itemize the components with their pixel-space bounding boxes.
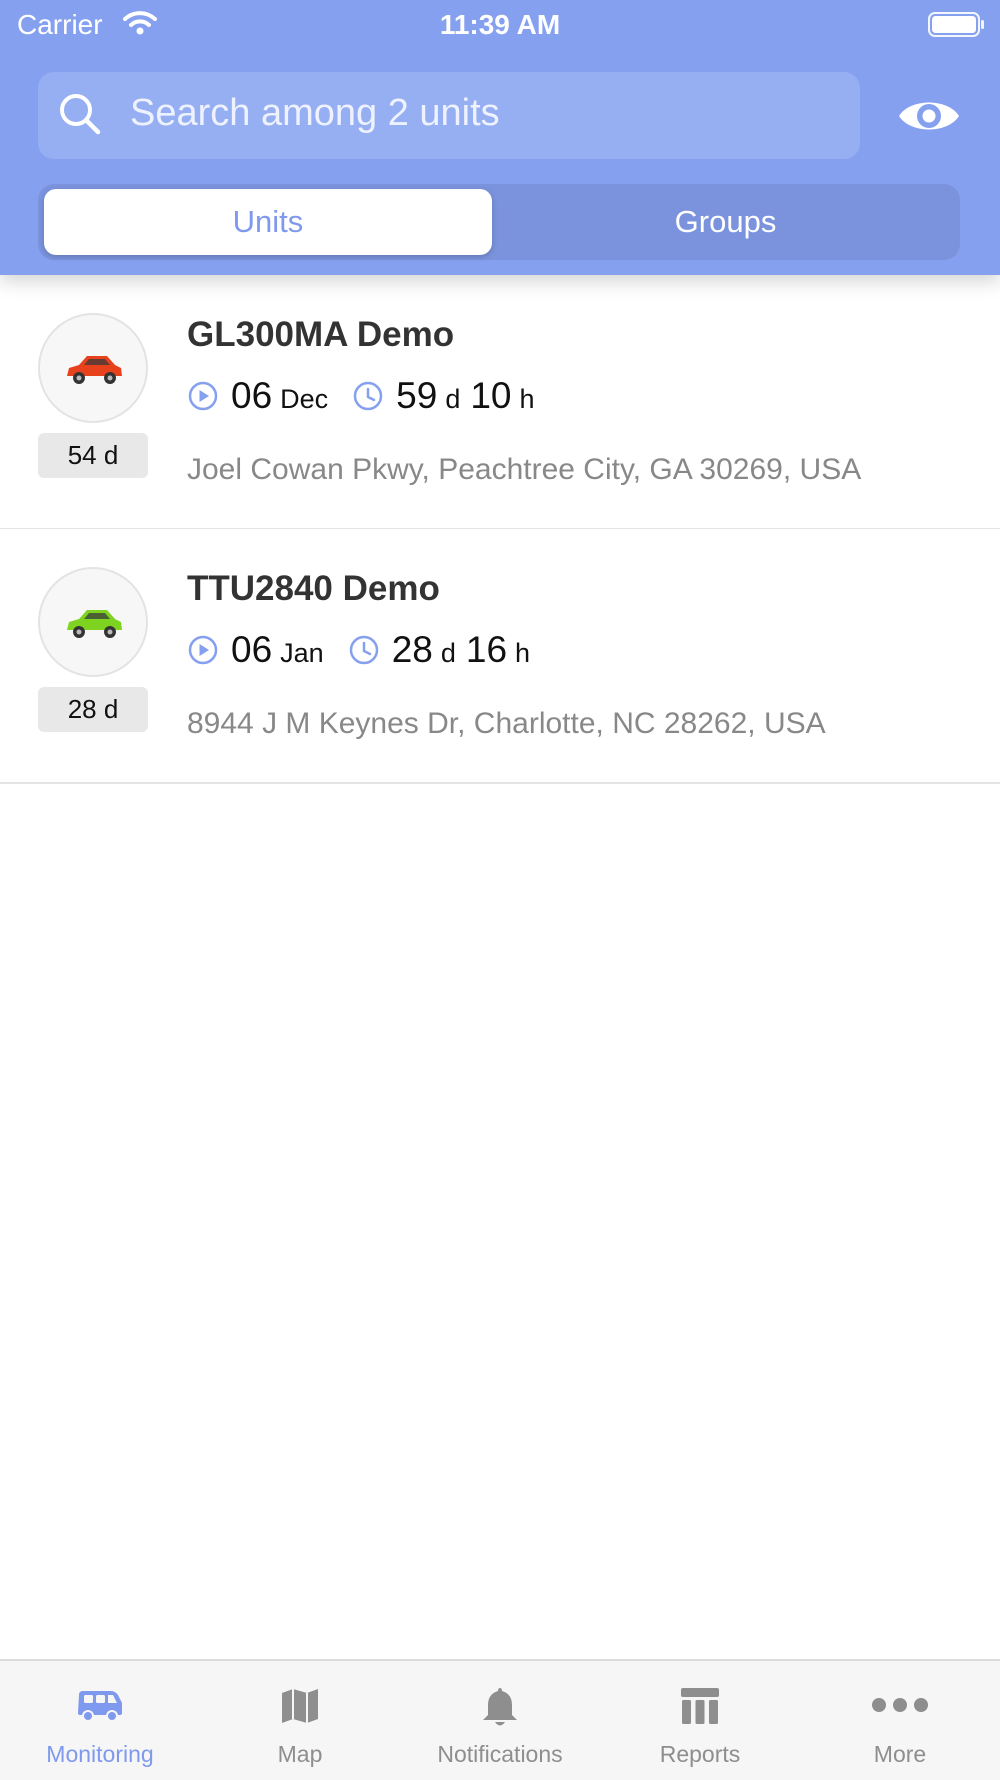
duration-days-unit: d — [445, 384, 461, 414]
unit-name: TTU2840 Demo — [187, 569, 440, 608]
more-icon — [800, 1685, 1000, 1729]
tab-units[interactable]: Units — [44, 189, 492, 255]
play-circle-icon — [187, 380, 219, 417]
eye-icon[interactable] — [896, 94, 962, 143]
search-icon — [58, 92, 104, 143]
avatar — [38, 567, 148, 677]
duration-days-unit: d — [440, 638, 456, 668]
last-message-day: 06 — [231, 375, 273, 416]
duration-hours: 10 — [470, 375, 512, 416]
duration-days: 59 — [396, 375, 438, 416]
age-badge: 28 d — [38, 687, 148, 732]
battery-icon — [928, 12, 984, 37]
unit-meta: 06 Jan 28 d 16 h — [187, 629, 530, 675]
list-item[interactable]: 54 d GL300MA Demo 06 Dec 59 d 10 h Joel … — [0, 275, 1000, 530]
tab-map[interactable]: Map — [200, 1661, 400, 1780]
car-icon — [67, 356, 122, 384]
duration-hours-unit: h — [519, 384, 535, 414]
search-bar[interactable] — [38, 72, 860, 159]
avatar — [38, 313, 148, 423]
map-icon — [200, 1685, 400, 1729]
unit-meta: 06 Dec 59 d 10 h — [187, 375, 535, 421]
tab-label: Monitoring — [46, 1741, 154, 1767]
tab-label: Reports — [659, 1741, 741, 1767]
age-badge: 54 d — [38, 433, 148, 478]
tab-label: More — [873, 1741, 927, 1767]
van-icon — [0, 1685, 200, 1729]
unit-name: GL300MA Demo — [187, 315, 455, 354]
tab-label: Map — [277, 1741, 323, 1767]
bell-icon — [400, 1685, 600, 1729]
unit-address: Joel Cowan Pkwy, Peachtree City, GA 3026… — [187, 453, 862, 486]
duration-hours-unit: h — [515, 638, 531, 668]
tab-more[interactable]: More — [800, 1661, 1000, 1780]
reports-icon — [600, 1685, 800, 1729]
tab-monitoring[interactable]: Monitoring — [0, 1661, 200, 1780]
unit-address: 8944 J M Keynes Dr, Charlotte, NC 28262,… — [187, 707, 826, 740]
tab-groups[interactable]: Groups — [498, 189, 953, 255]
duration-days: 28 — [391, 629, 433, 670]
duration-hours: 16 — [465, 629, 508, 670]
status-bar: Carrier 11:39 AM — [0, 0, 1000, 50]
header: Carrier 11:39 AM Search among 2 units Un… — [0, 0, 1000, 275]
search-input[interactable] — [130, 92, 830, 135]
clock-icon — [352, 380, 384, 417]
car-icon — [67, 610, 122, 638]
clock-icon — [348, 634, 380, 671]
last-message-day: 06 — [231, 629, 273, 670]
tab-reports[interactable]: Reports — [600, 1661, 800, 1780]
tab-notifications[interactable]: Notifications — [400, 1661, 600, 1780]
last-message-month: Dec — [280, 384, 329, 414]
list-item[interactable]: 28 d TTU2840 Demo 06 Jan 28 d 16 h 8944 … — [0, 529, 1000, 784]
play-circle-icon — [187, 634, 219, 671]
tab-label: Notifications — [437, 1741, 563, 1767]
tab-bar: Monitoring Map Notifications Reports Mor… — [0, 1659, 1000, 1780]
last-message-month: Jan — [280, 638, 324, 668]
clock: 11:39 AM — [439, 9, 561, 40]
units-groups-switch: Units Groups — [38, 184, 960, 260]
